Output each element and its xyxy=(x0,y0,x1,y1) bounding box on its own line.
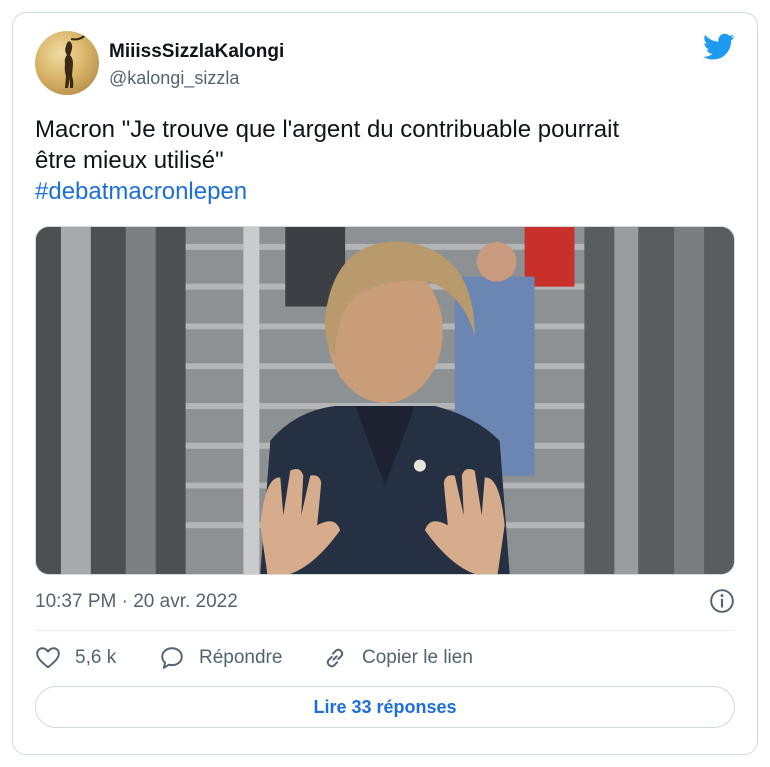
link-icon xyxy=(326,648,344,668)
divider xyxy=(35,630,735,631)
heart-icon xyxy=(36,647,60,669)
avatar-silhouette-icon xyxy=(64,32,88,88)
tweet-text: Macron "Je trouve que l'argent du contri… xyxy=(35,114,735,207)
user-handle[interactable]: @kalongi_sizzla xyxy=(109,68,239,89)
twitter-bird-icon[interactable] xyxy=(703,33,735,61)
tweet-card: MiiissSizzlaKalongi @kalongi_sizzla Macr… xyxy=(12,12,758,755)
copy-link-button[interactable]: Copier le lien xyxy=(322,643,473,673)
tweet-photo[interactable] xyxy=(35,226,735,575)
hashtag-link[interactable]: #debatmacronlepen xyxy=(35,176,735,207)
photo-illustration xyxy=(36,227,734,574)
reply-button[interactable]: Répondre xyxy=(159,643,282,673)
reply-label: Répondre xyxy=(199,647,283,668)
like-count: 5,6 k xyxy=(75,647,117,668)
info-icon[interactable] xyxy=(709,588,735,614)
like-button[interactable]: 5,6 k xyxy=(35,643,116,673)
tweet-text-line: Macron "Je trouve que l'argent du contri… xyxy=(35,116,620,143)
reply-icon xyxy=(161,647,183,669)
read-replies-button[interactable]: Lire 33 réponses xyxy=(35,686,735,728)
avatar[interactable] xyxy=(35,31,99,95)
copy-link-label: Copier le lien xyxy=(362,647,473,668)
tweet-timestamp[interactable]: 10:37 PM · 20 avr. 2022 xyxy=(35,591,238,613)
action-bar: 5,6 k Répondre Copier le lien xyxy=(35,643,735,673)
display-name[interactable]: MiiissSizzlaKalongi xyxy=(109,41,284,63)
tweet-text-line: être mieux utilisé" xyxy=(35,147,224,174)
